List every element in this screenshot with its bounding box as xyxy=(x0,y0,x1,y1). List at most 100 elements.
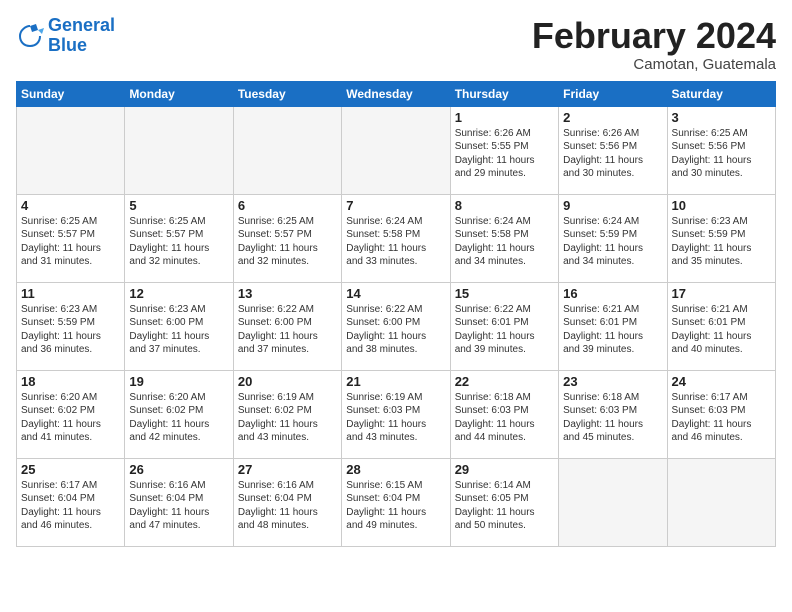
day-number: 5 xyxy=(129,198,228,213)
calendar-cell xyxy=(17,106,125,194)
day-content: Sunrise: 6:15 AM Sunset: 6:04 PM Dayligh… xyxy=(346,479,445,533)
day-content: Sunrise: 6:16 AM Sunset: 6:04 PM Dayligh… xyxy=(238,479,337,533)
day-content: Sunrise: 6:22 AM Sunset: 6:00 PM Dayligh… xyxy=(238,303,337,357)
calendar-week-0: 1 Sunrise: 6:26 AM Sunset: 5:55 PM Daylig… xyxy=(17,106,776,194)
calendar-cell: 27 Sunrise: 6:16 AM Sunset: 6:04 PM Dayli… xyxy=(233,458,341,546)
calendar-cell xyxy=(559,458,667,546)
day-number: 16 xyxy=(563,286,662,301)
day-content: Sunrise: 6:25 AM Sunset: 5:57 PM Dayligh… xyxy=(21,215,120,269)
day-number: 2 xyxy=(563,110,662,125)
calendar-cell: 24 Sunrise: 6:17 AM Sunset: 6:03 PM Dayli… xyxy=(667,370,775,458)
day-content: Sunrise: 6:17 AM Sunset: 6:04 PM Dayligh… xyxy=(21,479,120,533)
month-title: February 2024 xyxy=(532,16,776,56)
calendar-cell: 28 Sunrise: 6:15 AM Sunset: 6:04 PM Dayli… xyxy=(342,458,450,546)
day-content: Sunrise: 6:18 AM Sunset: 6:03 PM Dayligh… xyxy=(563,391,662,445)
calendar-cell xyxy=(125,106,233,194)
day-header-friday: Friday xyxy=(559,81,667,106)
calendar-cell: 6 Sunrise: 6:25 AM Sunset: 5:57 PM Daylig… xyxy=(233,194,341,282)
calendar-week-4: 25 Sunrise: 6:17 AM Sunset: 6:04 PM Dayli… xyxy=(17,458,776,546)
location: Camotan, Guatemala xyxy=(532,56,776,73)
day-header-tuesday: Tuesday xyxy=(233,81,341,106)
day-content: Sunrise: 6:24 AM Sunset: 5:58 PM Dayligh… xyxy=(455,215,554,269)
day-content: Sunrise: 6:24 AM Sunset: 5:58 PM Dayligh… xyxy=(346,215,445,269)
calendar-header: SundayMondayTuesdayWednesdayThursdayFrid… xyxy=(17,81,776,106)
calendar-cell: 12 Sunrise: 6:23 AM Sunset: 6:00 PM Dayli… xyxy=(125,282,233,370)
day-number: 22 xyxy=(455,374,554,389)
day-content: Sunrise: 6:23 AM Sunset: 5:59 PM Dayligh… xyxy=(672,215,771,269)
day-content: Sunrise: 6:23 AM Sunset: 6:00 PM Dayligh… xyxy=(129,303,228,357)
day-content: Sunrise: 6:19 AM Sunset: 6:03 PM Dayligh… xyxy=(346,391,445,445)
day-number: 14 xyxy=(346,286,445,301)
day-number: 28 xyxy=(346,462,445,477)
calendar-week-3: 18 Sunrise: 6:20 AM Sunset: 6:02 PM Dayli… xyxy=(17,370,776,458)
day-number: 23 xyxy=(563,374,662,389)
day-content: Sunrise: 6:18 AM Sunset: 6:03 PM Dayligh… xyxy=(455,391,554,445)
calendar-table: SundayMondayTuesdayWednesdayThursdayFrid… xyxy=(16,81,776,547)
calendar-cell: 1 Sunrise: 6:26 AM Sunset: 5:55 PM Daylig… xyxy=(450,106,558,194)
calendar-cell: 14 Sunrise: 6:22 AM Sunset: 6:00 PM Dayli… xyxy=(342,282,450,370)
calendar-cell: 2Sunrise: 6:26 AM Sunset: 5:56 PM Daylig… xyxy=(559,106,667,194)
day-content: Sunrise: 6:20 AM Sunset: 6:02 PM Dayligh… xyxy=(21,391,120,445)
day-header-saturday: Saturday xyxy=(667,81,775,106)
day-number: 12 xyxy=(129,286,228,301)
calendar-cell: 19Sunrise: 6:20 AM Sunset: 6:02 PM Dayli… xyxy=(125,370,233,458)
day-number: 25 xyxy=(21,462,120,477)
calendar-cell xyxy=(667,458,775,546)
title-block: February 2024 Camotan, Guatemala xyxy=(532,16,776,73)
day-number: 18 xyxy=(21,374,120,389)
day-content: Sunrise: 6:24 AM Sunset: 5:59 PM Dayligh… xyxy=(563,215,662,269)
day-content: Sunrise: 6:19 AM Sunset: 6:02 PM Dayligh… xyxy=(238,391,337,445)
day-header-monday: Monday xyxy=(125,81,233,106)
day-number: 11 xyxy=(21,286,120,301)
logo-icon xyxy=(16,22,44,50)
day-number: 21 xyxy=(346,374,445,389)
calendar-cell: 17Sunrise: 6:21 AM Sunset: 6:01 PM Dayli… xyxy=(667,282,775,370)
day-content: Sunrise: 6:25 AM Sunset: 5:56 PM Dayligh… xyxy=(672,127,771,181)
day-content: Sunrise: 6:21 AM Sunset: 6:01 PM Dayligh… xyxy=(563,303,662,357)
day-number: 20 xyxy=(238,374,337,389)
calendar-cell: 25 Sunrise: 6:17 AM Sunset: 6:04 PM Dayli… xyxy=(17,458,125,546)
calendar-cell: 8 Sunrise: 6:24 AM Sunset: 5:58 PM Daylig… xyxy=(450,194,558,282)
day-content: Sunrise: 6:20 AM Sunset: 6:02 PM Dayligh… xyxy=(129,391,228,445)
calendar-cell: 9 Sunrise: 6:24 AM Sunset: 5:59 PM Daylig… xyxy=(559,194,667,282)
day-content: Sunrise: 6:23 AM Sunset: 5:59 PM Dayligh… xyxy=(21,303,120,357)
calendar-cell: 15 Sunrise: 6:22 AM Sunset: 6:01 PM Dayli… xyxy=(450,282,558,370)
day-number: 29 xyxy=(455,462,554,477)
logo-text: General Blue xyxy=(48,16,115,56)
day-number: 26 xyxy=(129,462,228,477)
day-content: Sunrise: 6:25 AM Sunset: 5:57 PM Dayligh… xyxy=(238,215,337,269)
day-header-wednesday: Wednesday xyxy=(342,81,450,106)
day-content: Sunrise: 6:22 AM Sunset: 6:01 PM Dayligh… xyxy=(455,303,554,357)
day-header-sunday: Sunday xyxy=(17,81,125,106)
calendar-cell: 5 Sunrise: 6:25 AM Sunset: 5:57 PM Daylig… xyxy=(125,194,233,282)
day-number: 8 xyxy=(455,198,554,213)
day-number: 9 xyxy=(563,198,662,213)
calendar-cell: 10 Sunrise: 6:23 AM Sunset: 5:59 PM Dayli… xyxy=(667,194,775,282)
calendar-cell: 16 Sunrise: 6:21 AM Sunset: 6:01 PM Dayli… xyxy=(559,282,667,370)
day-content: Sunrise: 6:22 AM Sunset: 6:00 PM Dayligh… xyxy=(346,303,445,357)
calendar-cell: 11 Sunrise: 6:23 AM Sunset: 5:59 PM Dayli… xyxy=(17,282,125,370)
page-header: General Blue February 2024 Camotan, Guat… xyxy=(16,16,776,73)
day-content: Sunrise: 6:16 AM Sunset: 6:04 PM Dayligh… xyxy=(129,479,228,533)
calendar-cell: 22 Sunrise: 6:18 AM Sunset: 6:03 PM Dayli… xyxy=(450,370,558,458)
calendar-cell xyxy=(342,106,450,194)
calendar-cell: 13Sunrise: 6:22 AM Sunset: 6:00 PM Dayli… xyxy=(233,282,341,370)
day-number: 27 xyxy=(238,462,337,477)
day-header-thursday: Thursday xyxy=(450,81,558,106)
calendar-cell xyxy=(233,106,341,194)
calendar-body: 1 Sunrise: 6:26 AM Sunset: 5:55 PM Daylig… xyxy=(17,106,776,546)
calendar-cell: 29Sunrise: 6:14 AM Sunset: 6:05 PM Dayli… xyxy=(450,458,558,546)
calendar-week-2: 11 Sunrise: 6:23 AM Sunset: 5:59 PM Dayli… xyxy=(17,282,776,370)
day-number: 1 xyxy=(455,110,554,125)
day-content: Sunrise: 6:17 AM Sunset: 6:03 PM Dayligh… xyxy=(672,391,771,445)
day-content: Sunrise: 6:25 AM Sunset: 5:57 PM Dayligh… xyxy=(129,215,228,269)
day-number: 6 xyxy=(238,198,337,213)
day-number: 4 xyxy=(21,198,120,213)
logo: General Blue xyxy=(16,16,115,56)
calendar-cell: 3Sunrise: 6:25 AM Sunset: 5:56 PM Daylig… xyxy=(667,106,775,194)
day-content: Sunrise: 6:26 AM Sunset: 5:55 PM Dayligh… xyxy=(455,127,554,181)
calendar-cell: 18 Sunrise: 6:20 AM Sunset: 6:02 PM Dayli… xyxy=(17,370,125,458)
day-number: 15 xyxy=(455,286,554,301)
day-number: 24 xyxy=(672,374,771,389)
day-number: 10 xyxy=(672,198,771,213)
